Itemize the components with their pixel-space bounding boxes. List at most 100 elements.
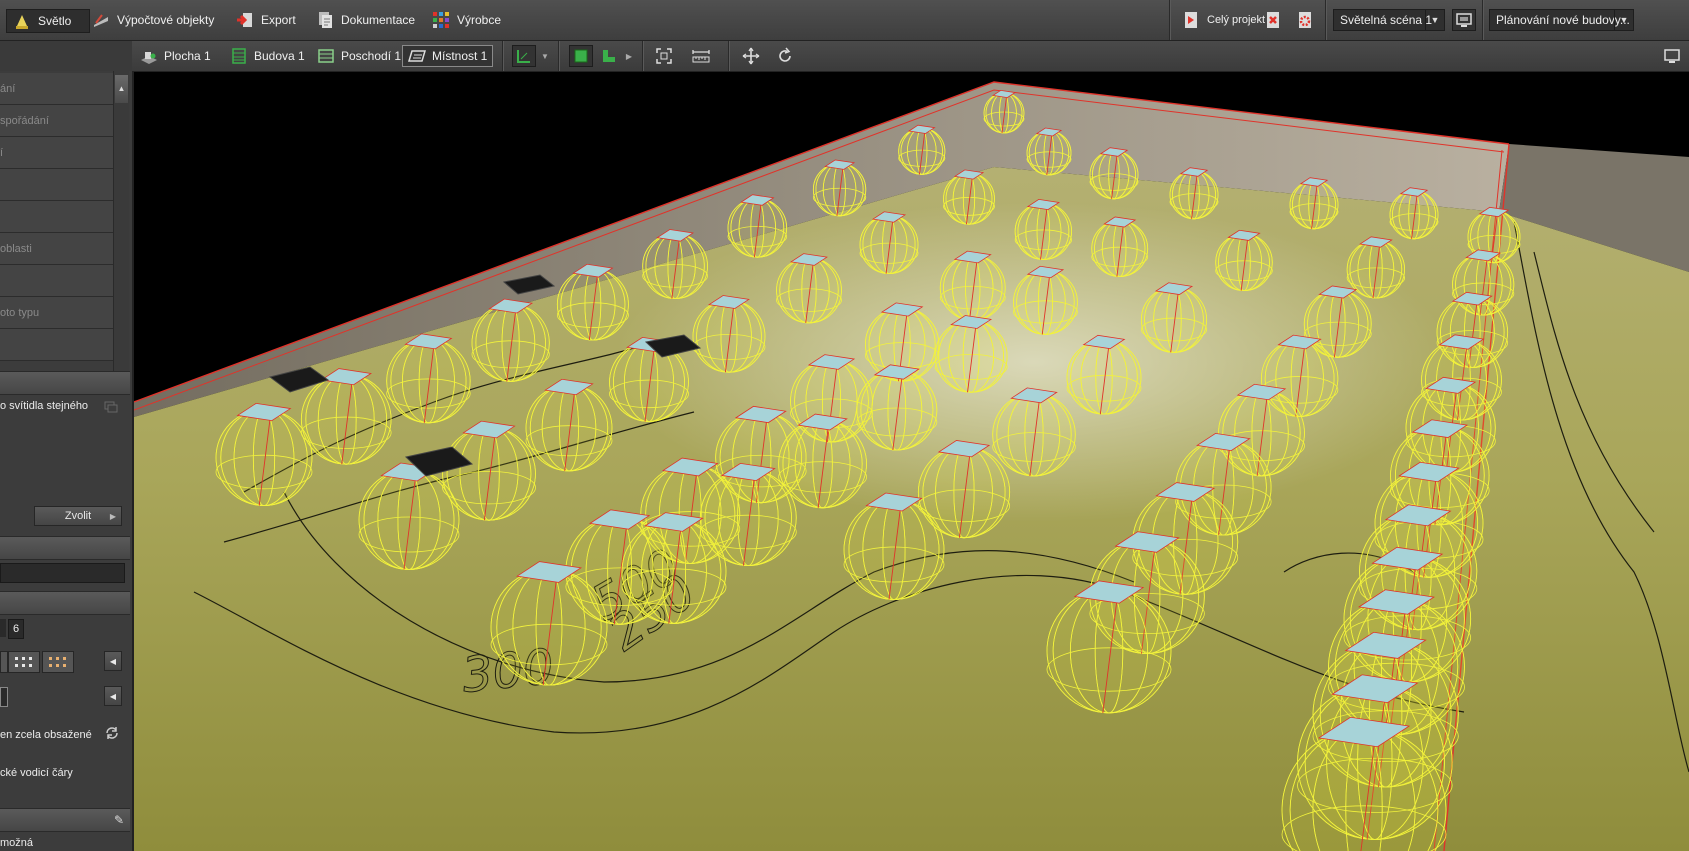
collapse-left-button[interactable]: ◀ (104, 686, 122, 706)
calc-objects-icon (92, 11, 110, 29)
tab-calc-objects[interactable]: Výpočtové objekty (86, 9, 220, 31)
floor-icon (317, 47, 335, 65)
settings-calc-button[interactable] (1293, 9, 1317, 31)
panel-section-header[interactable] (0, 371, 130, 395)
light-distribution-wire (300, 374, 392, 465)
toolbar-separator (642, 41, 644, 71)
copy-icon[interactable] (104, 401, 118, 413)
light-distribution-wire (843, 499, 945, 600)
light-distribution-wire (215, 409, 313, 507)
panel-row[interactable] (0, 201, 113, 233)
zoom-fit-button[interactable] (652, 45, 676, 67)
left-side-panel: ▲ ání spořádání í oblasti oto typu o sví… (0, 71, 134, 851)
monitor-icon (1663, 47, 1681, 65)
fully-contained-option[interactable]: en zcela obsažené (0, 729, 92, 741)
panel-row[interactable] (0, 329, 113, 361)
view-toolbar: Plocha 1 Budova 1 Poschodí 1 Místnost 1 … (132, 41, 1689, 72)
panel-input-field[interactable] (0, 563, 125, 583)
light-scene-select[interactable]: Světelná scéna 1 ▼ (1333, 9, 1445, 31)
move-icon (742, 47, 760, 65)
panel-small-input[interactable] (0, 687, 8, 707)
panel-row[interactable] (0, 265, 113, 297)
delete-icon (1264, 11, 1282, 29)
panel-scrollbar[interactable]: ▲ (113, 71, 129, 371)
panel-row[interactable]: oblasti (0, 233, 113, 265)
tab-documentation-label: Dokumentace (341, 13, 416, 27)
pan-button[interactable] (739, 45, 763, 67)
panel-row[interactable]: spořádání (0, 105, 113, 137)
window-layout-button[interactable] (1660, 45, 1684, 67)
chevron-right-icon[interactable]: ▶ (622, 45, 636, 67)
arrangement-grid-option[interactable] (42, 651, 74, 673)
room-icon (407, 47, 427, 65)
panel-row-label: oto typu (0, 306, 40, 319)
arrangement-grid-option[interactable] (8, 651, 40, 673)
breadcrumb-building[interactable]: Budova 1 (225, 45, 310, 67)
building-icon (230, 47, 248, 65)
floor-plan-icon (515, 47, 533, 65)
collapse-left-button[interactable]: ◀ (104, 651, 122, 671)
toolbar-separator (1482, 0, 1484, 40)
tab-light[interactable]: Světlo (6, 9, 90, 33)
toolbar-separator (502, 41, 504, 71)
grid-dots-icon (15, 657, 32, 667)
grid-dots-icon (49, 657, 66, 667)
breadcrumb-room[interactable]: Místnost 1 (402, 45, 494, 67)
scroll-up-icon[interactable]: ▲ (115, 75, 128, 103)
panel-row[interactable] (0, 169, 113, 201)
toolbar-separator (1169, 0, 1171, 40)
tab-light-label: Světlo (38, 14, 72, 28)
3d-scene[interactable]: 500300250 (134, 72, 1689, 851)
monitor-icon (1455, 11, 1473, 29)
export-icon (236, 11, 254, 29)
pin-icon[interactable]: ✎ (114, 813, 124, 827)
panel-bottom-text: možná (0, 837, 34, 849)
panel-row[interactable]: ání (0, 73, 113, 105)
same-luminaire-option[interactable]: o svítidla stejného (0, 400, 88, 412)
top-toolbar: Světlo Výpočtové objekty Export Dokument… (0, 0, 1689, 41)
light-distribution-wire (778, 419, 867, 509)
light-distribution-wire (525, 384, 613, 472)
planning-select[interactable]: Plánování nové budovy... ▼ (1489, 9, 1634, 31)
tab-export-label: Export (261, 13, 296, 27)
arrangement-option[interactable] (0, 651, 8, 673)
light-distribution-wire (1046, 588, 1172, 714)
tab-manufacturer[interactable]: Výrobce (426, 9, 507, 31)
breadcrumb-floor[interactable]: Poschodí 1 (312, 45, 406, 67)
breadcrumb-floor-label: Poschodí 1 (341, 49, 402, 63)
chevron-down-icon[interactable]: ▼ (538, 45, 552, 67)
scene-preview-button[interactable] (1452, 9, 1476, 31)
floor-plan-button[interactable] (512, 45, 536, 67)
panel-row-label: spořádání (0, 114, 49, 127)
count-input[interactable]: 6 (8, 619, 24, 639)
panel-section-header[interactable] (0, 536, 130, 560)
3d-view-button[interactable] (569, 45, 593, 67)
3d-viewport[interactable]: 500300250 (134, 72, 1689, 851)
delete-results-button[interactable] (1261, 9, 1285, 31)
chevron-down-icon: ▼ (1425, 10, 1444, 30)
choose-button-label: Zvolit (64, 510, 92, 522)
whole-project-button[interactable]: Celý projekt (1176, 9, 1271, 31)
run-calculation-icon (1182, 11, 1200, 29)
guide-lines-option[interactable]: cké vodicí čáry (0, 767, 73, 779)
rotate-button[interactable] (773, 45, 797, 67)
light-distribution-wire (856, 369, 938, 451)
measure-button[interactable] (689, 45, 713, 67)
manufacturer-icon (432, 11, 450, 29)
room-shape-button[interactable] (597, 45, 621, 67)
toolbar-separator (558, 41, 560, 71)
tab-export[interactable]: Export (230, 9, 302, 31)
panel-row[interactable]: í (0, 137, 113, 169)
chevron-left-icon: ◀ (109, 656, 117, 666)
panel-section-header[interactable] (0, 591, 130, 615)
panel-row[interactable]: oto typu (0, 297, 113, 329)
choose-button[interactable]: Zvolit ▶ (34, 506, 122, 526)
light-scene-value: Světelná scéna 1 (1340, 13, 1433, 27)
tab-documentation[interactable]: Dokumentace (310, 9, 421, 31)
count-input-left[interactable] (0, 619, 6, 637)
panel-section-header[interactable]: ✎ (0, 808, 130, 832)
light-distribution-wire (386, 338, 471, 424)
breadcrumb-site[interactable]: Plocha 1 (135, 45, 216, 67)
refresh-icon[interactable] (104, 725, 120, 741)
light-distribution-wire (621, 518, 727, 624)
